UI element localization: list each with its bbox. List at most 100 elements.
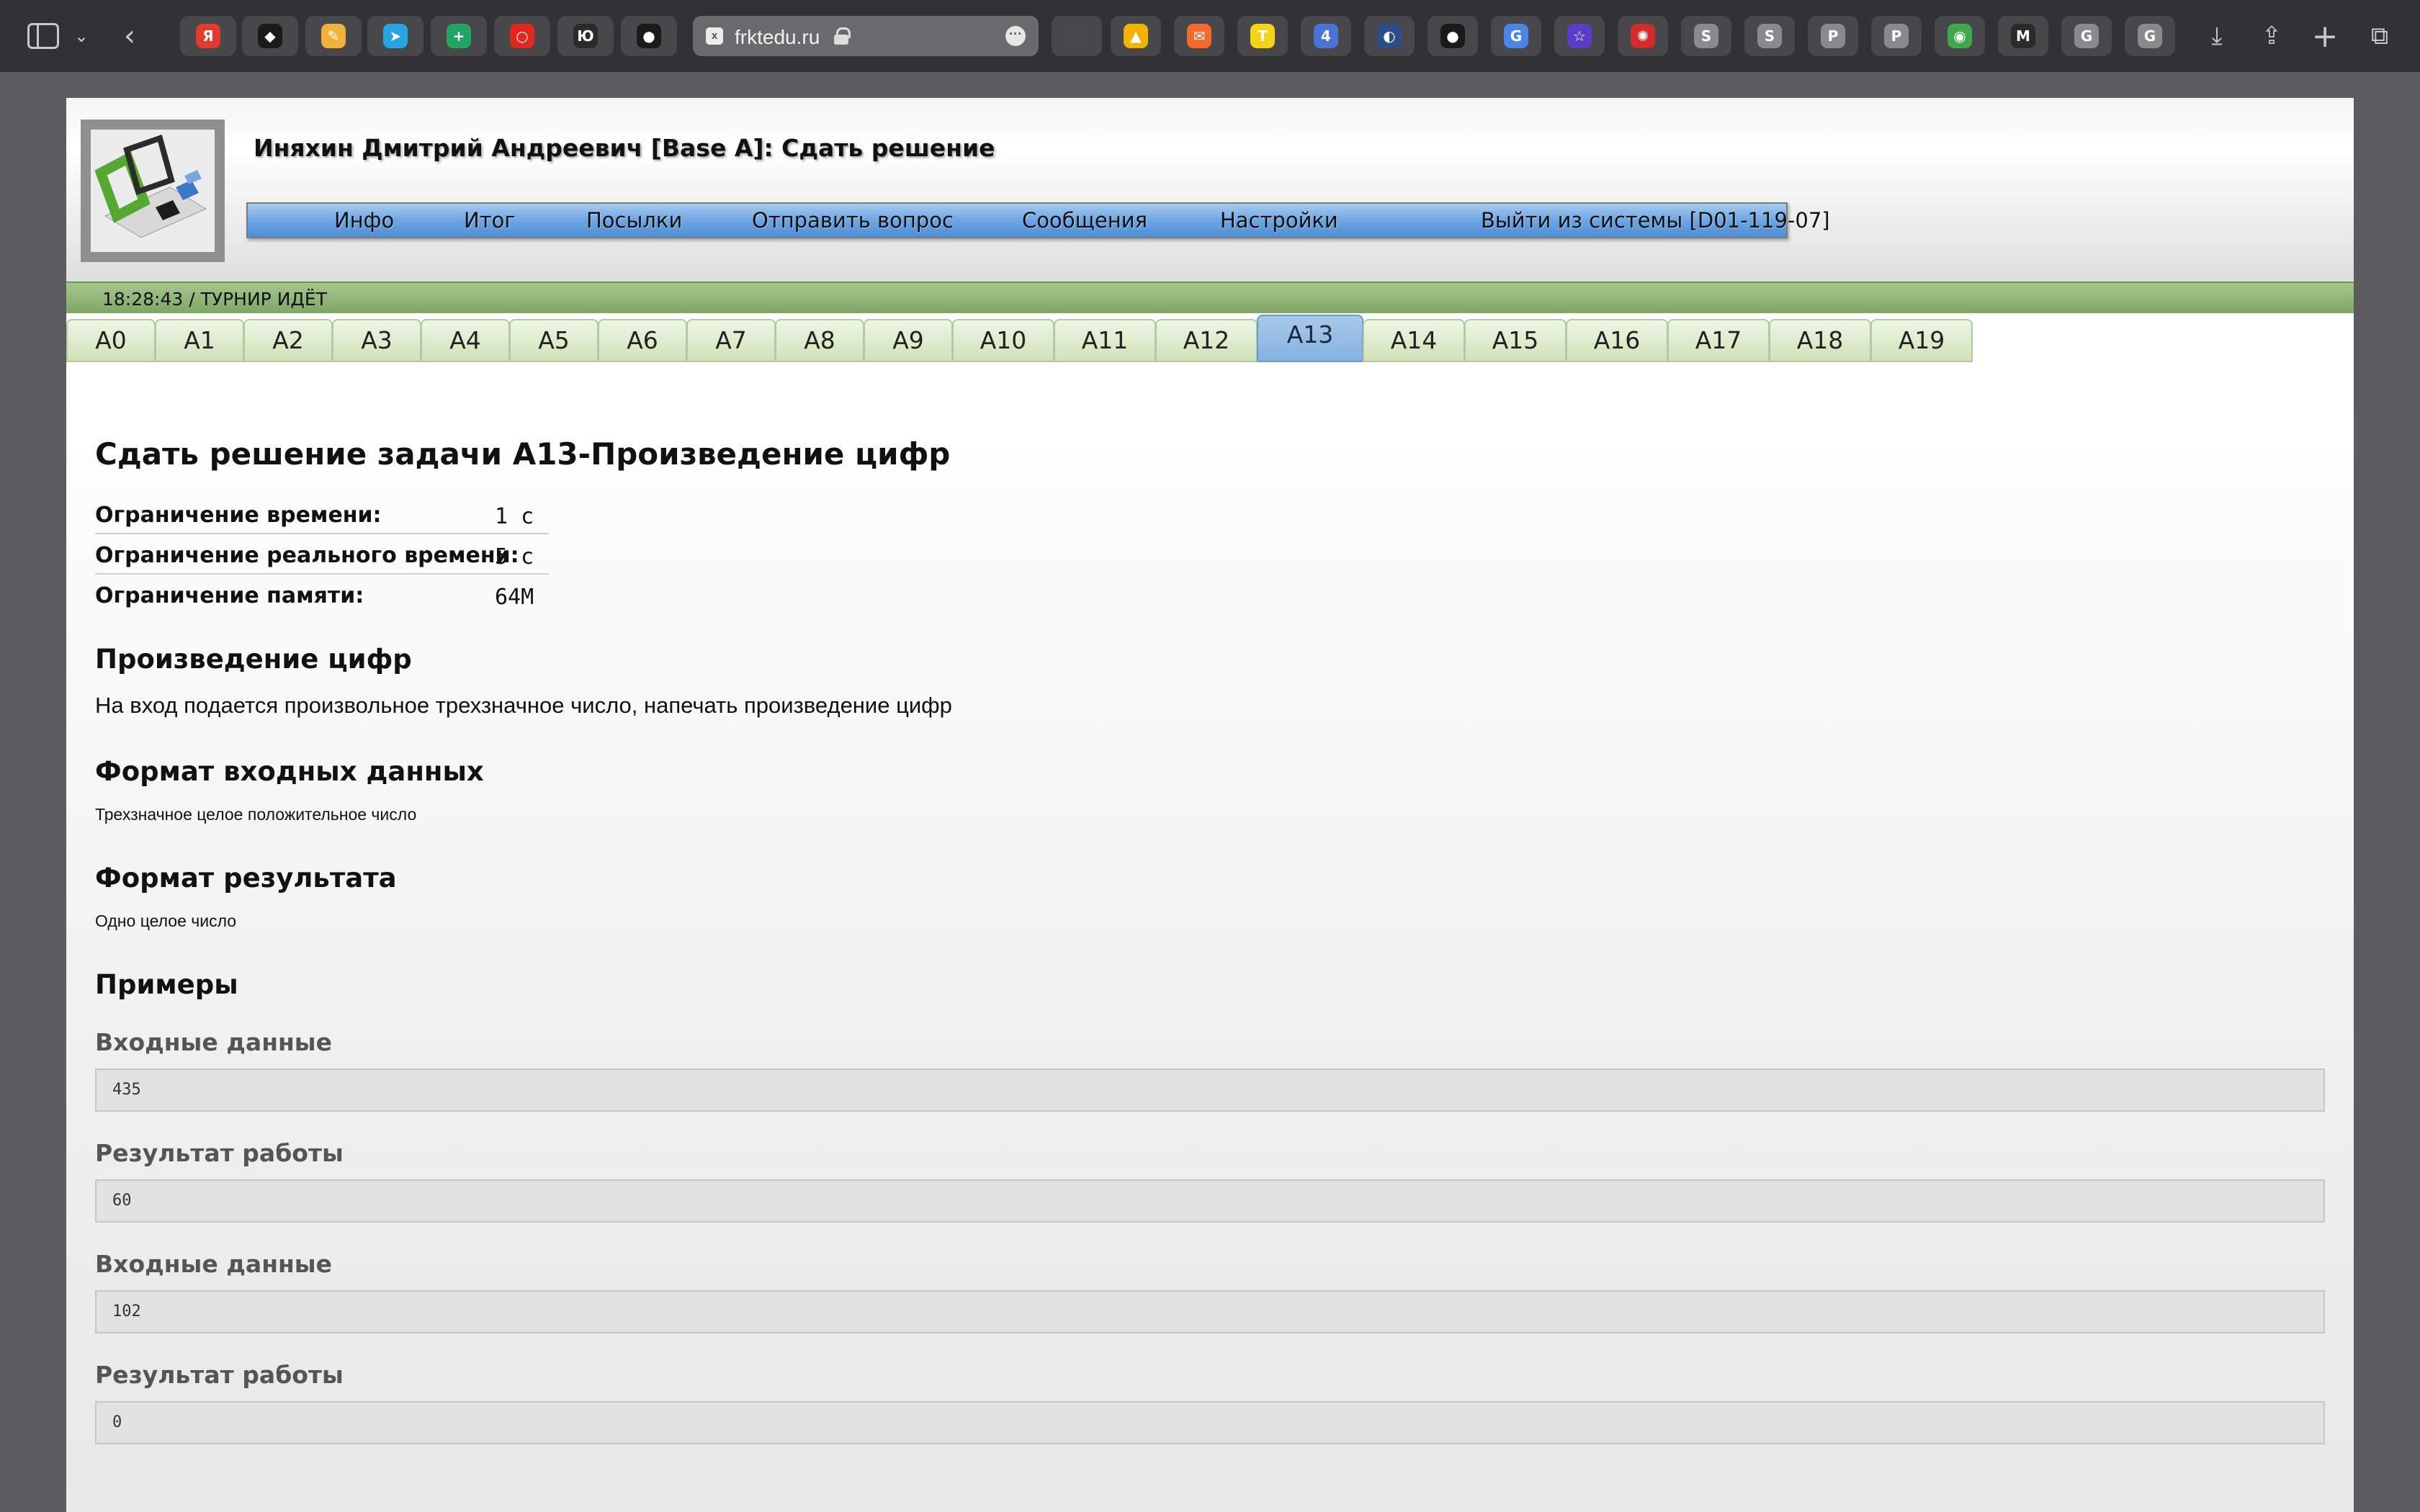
- sheets-icon[interactable]: +: [431, 16, 487, 56]
- p-icon[interactable]: P: [1808, 16, 1858, 56]
- tab-a12[interactable]: A12: [1155, 319, 1258, 362]
- chevron-down-icon[interactable]: ⌄: [71, 22, 92, 50]
- tab-a15[interactable]: A15: [1464, 319, 1567, 362]
- limits-table: Ограничение времени: 1 с Ограничение реа…: [95, 494, 549, 615]
- share-icon[interactable]: ⇪: [2251, 16, 2292, 56]
- app-icon[interactable]: Ю: [557, 16, 614, 56]
- mail-icon[interactable]: ✉: [1174, 16, 1224, 56]
- menu-item-summary[interactable]: Итог: [464, 204, 516, 237]
- g-icon[interactable]: G: [2061, 16, 2112, 56]
- translate-icon[interactable]: G: [1491, 16, 1541, 56]
- app-icon[interactable]: ◆: [242, 16, 298, 56]
- example-output-label: Результат работы: [95, 1361, 344, 1389]
- limit-label: Ограничение времени:: [95, 503, 382, 528]
- page-title: Иняхин Дмитрий Андреевич [Base A]: Сдать…: [254, 134, 995, 162]
- example-input-box: 435: [95, 1068, 2325, 1112]
- g-icon[interactable]: G: [2125, 16, 2175, 56]
- tab-a18[interactable]: A18: [1769, 319, 1871, 362]
- example-output-box: 0: [95, 1401, 2325, 1444]
- tab-a3[interactable]: A3: [332, 319, 421, 362]
- tab-a5[interactable]: A5: [509, 319, 599, 362]
- tab-a10[interactable]: A10: [952, 319, 1054, 362]
- example-output-label: Результат работы: [95, 1139, 344, 1167]
- tab-a6[interactable]: A6: [598, 319, 687, 362]
- site-favicon-icon: x: [706, 27, 723, 45]
- app-icon[interactable]: ◐: [1364, 16, 1415, 56]
- app-icon[interactable]: 4: [1301, 16, 1351, 56]
- tab-a1[interactable]: A1: [155, 319, 244, 362]
- problem-tabs: A0 A1 A2 A3 A4 A5 A6 A7 A8 A9 A10 A11 A12 A13 A14 A15 A1…: [66, 315, 2354, 364]
- tab-a17[interactable]: A17: [1667, 319, 1770, 362]
- tab-a0[interactable]: A0: [66, 319, 156, 362]
- menu-item-logout[interactable]: Выйти из системы [D01-119-07]: [1481, 204, 1830, 237]
- chrome-icon[interactable]: ◉: [1935, 16, 1985, 56]
- tab-a4[interactable]: A4: [421, 319, 510, 362]
- tab-a9[interactable]: A9: [864, 319, 953, 362]
- address-bar[interactable]: x frktedu.ru ···: [693, 16, 1039, 56]
- tab-a8[interactable]: A8: [775, 319, 864, 362]
- limit-row: Ограничение памяти: 64M: [95, 575, 549, 615]
- download-icon[interactable]: ⤓: [2197, 16, 2237, 56]
- page: Иняхин Дмитрий Андреевич [Base A]: Сдать…: [66, 98, 2354, 1512]
- tab-a13[interactable]: A13: [1257, 315, 1363, 362]
- status-bar: 18:28:43 / ТУРНИР ИДЁТ: [66, 282, 2354, 313]
- app-icon[interactable]: ☆: [1554, 16, 1605, 56]
- url-text[interactable]: frktedu.ru: [735, 26, 820, 49]
- output-format-text: Одно целое число: [95, 912, 237, 930]
- main-menu: Инфо Итог Посылки Отправить вопрос Сообщ…: [246, 202, 1830, 238]
- limit-row: Ограничение времени: 1 с: [95, 494, 549, 534]
- menu-item-settings[interactable]: Настройки: [1220, 204, 1338, 237]
- tab-overview-icon[interactable]: ⧉: [2360, 16, 2400, 56]
- example-input-label: Входные данные: [95, 1250, 333, 1278]
- problem-title: Произведение цифр: [95, 644, 412, 675]
- github-icon[interactable]: ●: [621, 16, 677, 56]
- limit-row: Ограничение реального времени: 5 с: [95, 534, 549, 575]
- more-options-icon[interactable]: ···: [1005, 26, 1026, 46]
- logo: [81, 120, 225, 262]
- menu-item-messages[interactable]: Сообщения: [1022, 204, 1147, 237]
- app-icon[interactable]: M: [1998, 16, 2048, 56]
- task-heading: Сдать решение задачи A13-Произведение ци…: [95, 436, 951, 472]
- examples-heading: Примеры: [95, 969, 238, 1000]
- new-tab-icon[interactable]: +: [2305, 16, 2345, 56]
- menu-item-ask-question[interactable]: Отправить вопрос: [752, 204, 954, 237]
- input-format-heading: Формат входных данных: [95, 756, 484, 787]
- example-input-label: Входные данные: [95, 1028, 333, 1056]
- limit-value: 1 с: [495, 504, 534, 529]
- app-icon[interactable]: ○: [494, 16, 550, 56]
- github-icon[interactable]: ●: [1428, 16, 1478, 56]
- tab-a7[interactable]: A7: [686, 319, 776, 362]
- p-icon[interactable]: P: [1871, 16, 1922, 56]
- app-icon[interactable]: ✎: [305, 16, 362, 56]
- app-icon[interactable]: T: [1237, 16, 1288, 56]
- s-icon[interactable]: S: [1744, 16, 1795, 56]
- browser-toolbar: ⌄ ‹ Я ◆ ✎ ➤ + ○ Ю ● x frktedu.ru ··· ▲ ✉ T 4 ◐ ● G ☆ ✺ S…: [0, 0, 2420, 72]
- app-icon[interactable]: ✺: [1618, 16, 1668, 56]
- yandex-icon[interactable]: Я: [180, 16, 236, 56]
- page-header: Иняхин Дмитрий Андреевич [Base A]: Сдать…: [66, 98, 2354, 282]
- example-output-box: 60: [95, 1179, 2325, 1223]
- drive-icon[interactable]: ▲: [1111, 16, 1161, 56]
- limit-value: 64M: [495, 585, 534, 610]
- status-text: 18:28:43 / ТУРНИР ИДЁТ: [102, 289, 327, 310]
- tab-a16[interactable]: A16: [1566, 319, 1668, 362]
- tab-a11[interactable]: A11: [1054, 319, 1156, 362]
- menu-item-info[interactable]: Инфо: [334, 204, 394, 237]
- lock-icon: [834, 27, 851, 45]
- limit-value: 5 с: [495, 544, 534, 570]
- tab-a19[interactable]: A19: [1870, 319, 1973, 362]
- tab-group-icon[interactable]: [1052, 16, 1102, 56]
- menu-item-submissions[interactable]: Посылки: [586, 204, 682, 237]
- output-format-heading: Формат результата: [95, 863, 397, 894]
- tab-a2[interactable]: A2: [243, 319, 333, 362]
- example-input-box: 102: [95, 1290, 2325, 1333]
- limit-label: Ограничение памяти:: [95, 583, 364, 608]
- problem-statement: На вход подается произвольное трехзначно…: [95, 693, 952, 718]
- input-format-text: Трехзначное целое положительное число: [95, 805, 417, 824]
- telegram-icon[interactable]: ➤: [367, 16, 424, 56]
- back-arrow-icon[interactable]: ‹: [115, 19, 144, 53]
- logo-image: [91, 130, 215, 252]
- s-icon[interactable]: S: [1681, 16, 1731, 56]
- tab-a14[interactable]: A14: [1363, 319, 1465, 362]
- sidebar-toggle-icon[interactable]: [27, 23, 59, 49]
